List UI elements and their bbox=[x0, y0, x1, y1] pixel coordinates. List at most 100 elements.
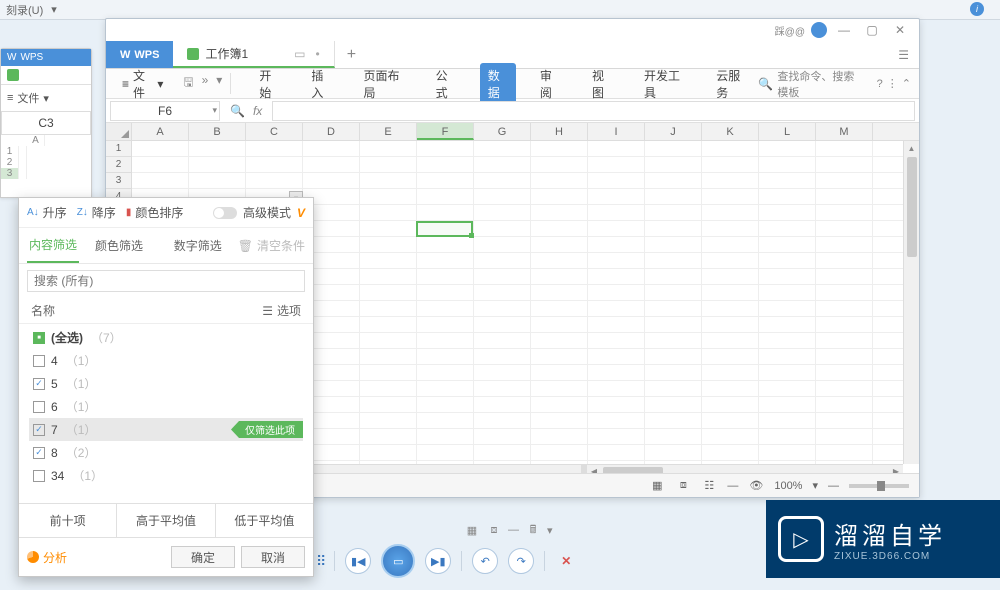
next-button[interactable]: ▶▮ bbox=[425, 548, 451, 574]
col-header-B[interactable]: B bbox=[189, 123, 246, 140]
col-header-L[interactable]: L bbox=[759, 123, 816, 140]
checkbox[interactable] bbox=[33, 424, 45, 436]
name-box[interactable]: F6▾ bbox=[110, 101, 220, 121]
view-break-icon[interactable]: ☷ bbox=[701, 479, 717, 493]
tab-dot-icon[interactable]: • bbox=[315, 47, 319, 61]
ribbon-tab-4[interactable]: 数据 bbox=[480, 63, 516, 105]
ribbon-tab-8[interactable]: 云服务 bbox=[708, 63, 754, 105]
username: 踩@@ bbox=[775, 23, 805, 38]
view-page-icon[interactable]: ⧈ bbox=[675, 479, 691, 493]
filter-panel: A↓升序 Z↓降序 ▮颜色排序 高级模式 V 内容筛选 颜色筛选 数字筛选 🗑清… bbox=[18, 197, 314, 577]
menu-record[interactable]: 刻录(U) bbox=[6, 2, 43, 18]
adv-mode-toggle[interactable] bbox=[213, 207, 237, 219]
stat-button-0[interactable]: 前十项 bbox=[19, 504, 117, 537]
filter-clear-button[interactable]: 🗑清空条件 bbox=[238, 237, 305, 254]
analyze-button[interactable]: 分析 bbox=[27, 549, 67, 566]
search-icon: 🔍 bbox=[758, 77, 773, 91]
view-normal-icon[interactable]: ▦ bbox=[649, 479, 665, 493]
brand-play-icon: ▷ bbox=[778, 516, 824, 562]
col-header-A[interactable]: A bbox=[132, 123, 189, 140]
search-placeholder[interactable]: 查找命令、搜索模板 bbox=[777, 68, 862, 100]
zoom-out-button[interactable]: — bbox=[828, 480, 839, 492]
stat-button-1[interactable]: 高于平均值 bbox=[117, 504, 215, 537]
col-header-K[interactable]: K bbox=[702, 123, 759, 140]
col-header-H[interactable]: H bbox=[531, 123, 588, 140]
col-header-D[interactable]: D bbox=[303, 123, 360, 140]
ribbon-tab-2[interactable]: 页面布局 bbox=[356, 63, 412, 105]
checkbox[interactable] bbox=[33, 447, 45, 459]
prev-button[interactable]: ▮◀ bbox=[345, 548, 371, 574]
col-header-C[interactable]: C bbox=[246, 123, 303, 140]
stat-button-2[interactable]: 低于平均值 bbox=[216, 504, 313, 537]
filter-item-0[interactable]: (全选)（7） bbox=[29, 326, 303, 349]
fx-label[interactable]: fx bbox=[253, 104, 262, 118]
filter-item-4[interactable]: 7（1）仅筛选此项 bbox=[29, 418, 303, 441]
doc-tab-label: 工作簿1 bbox=[205, 45, 248, 62]
checkbox[interactable] bbox=[33, 401, 45, 413]
help-icon[interactable]: i bbox=[970, 2, 984, 16]
options-icon[interactable]: ☰ bbox=[262, 304, 273, 318]
filter-tab-number[interactable]: 数字筛选 bbox=[172, 229, 224, 262]
close-x-button[interactable]: ✕ bbox=[555, 554, 577, 568]
filter-item-5[interactable]: 8（2） bbox=[29, 441, 303, 464]
titlebar: 踩@@ — ▢ ✕ bbox=[106, 19, 919, 41]
cancel-button[interactable]: 取消 bbox=[241, 546, 305, 568]
undo-button[interactable]: ↶ bbox=[472, 548, 498, 574]
options-label[interactable]: 选项 bbox=[277, 302, 301, 319]
redo-button[interactable]: ↷ bbox=[508, 548, 534, 574]
checkbox[interactable] bbox=[33, 378, 45, 390]
file-menu[interactable]: ≡文件▾ bbox=[114, 65, 171, 103]
selected-cell[interactable] bbox=[416, 221, 473, 237]
sort-color-button[interactable]: ▮颜色排序 bbox=[126, 204, 184, 221]
vertical-scrollbar[interactable]: ▲ bbox=[903, 141, 919, 464]
col-header-E[interactable]: E bbox=[360, 123, 417, 140]
filter-tab-content[interactable]: 内容筛选 bbox=[27, 228, 79, 263]
ribbon-tab-6[interactable]: 视图 bbox=[584, 63, 620, 105]
filter-search-input[interactable] bbox=[27, 270, 305, 292]
sheet-icon bbox=[187, 48, 199, 60]
ribbon-tab-5[interactable]: 审阅 bbox=[532, 63, 568, 105]
filter-item-2[interactable]: 5（1） bbox=[29, 372, 303, 395]
avatar-icon[interactable] bbox=[811, 22, 827, 38]
maximize-button[interactable]: ▢ bbox=[861, 22, 883, 38]
filter-tab-color[interactable]: 颜色筛选 bbox=[93, 229, 145, 262]
more-icon[interactable]: » bbox=[202, 73, 209, 94]
checkbox[interactable] bbox=[33, 332, 45, 344]
ribbon-tab-0[interactable]: 开始 bbox=[251, 63, 287, 105]
row-header-2[interactable]: 2 bbox=[106, 157, 131, 173]
zoom-slider[interactable] bbox=[849, 484, 909, 488]
only-this-tag[interactable]: 仅筛选此项 bbox=[231, 421, 303, 438]
filter-item-1[interactable]: 4（1） bbox=[29, 349, 303, 372]
filter-item-6[interactable]: 34（1） bbox=[29, 464, 303, 487]
filter-item-3[interactable]: 6（1） bbox=[29, 395, 303, 418]
checkbox[interactable] bbox=[33, 355, 45, 367]
ok-button[interactable]: 确定 bbox=[171, 546, 235, 568]
lookup-icon[interactable]: 🔍 bbox=[230, 104, 245, 118]
minimize-button[interactable]: — bbox=[833, 22, 855, 38]
tabs-menu-icon[interactable]: ☰ bbox=[888, 41, 919, 68]
ribbon-tab-3[interactable]: 公式 bbox=[428, 63, 464, 105]
eye-icon[interactable]: 👁 bbox=[748, 479, 764, 493]
checkbox[interactable] bbox=[33, 470, 45, 482]
col-header-J[interactable]: J bbox=[645, 123, 702, 140]
tab-window-icon[interactable]: ▭ bbox=[294, 47, 305, 61]
ribbon-tab-1[interactable]: 插入 bbox=[303, 63, 339, 105]
col-header-I[interactable]: I bbox=[588, 123, 645, 140]
ribbon-tab-7[interactable]: 开发工具 bbox=[636, 63, 692, 105]
col-header-M[interactable]: M bbox=[816, 123, 873, 140]
save-icon[interactable]: 🖫 bbox=[183, 73, 193, 94]
ribbon-help-icon[interactable]: ? bbox=[877, 78, 883, 90]
formula-input[interactable] bbox=[272, 101, 915, 121]
col-header-F[interactable]: F bbox=[417, 123, 474, 140]
grip-icon[interactable]: ⠿ bbox=[316, 553, 324, 570]
col-header-G[interactable]: G bbox=[474, 123, 531, 140]
row-header-3[interactable]: 3 bbox=[106, 173, 131, 189]
sort-desc-button[interactable]: Z↓降序 bbox=[77, 204, 116, 221]
row-header-1[interactable]: 1 bbox=[106, 141, 131, 157]
menu-dropdown[interactable]: ▾ bbox=[51, 3, 57, 16]
sort-asc-button[interactable]: A↓升序 bbox=[27, 204, 67, 221]
play-button[interactable]: ▭ bbox=[381, 544, 415, 578]
player-bar: ⠿ ▮◀ ▭ ▶▮ ↶ ↷ ✕ bbox=[316, 544, 577, 578]
close-button[interactable]: ✕ bbox=[889, 22, 911, 38]
select-all-corner[interactable] bbox=[106, 123, 132, 140]
